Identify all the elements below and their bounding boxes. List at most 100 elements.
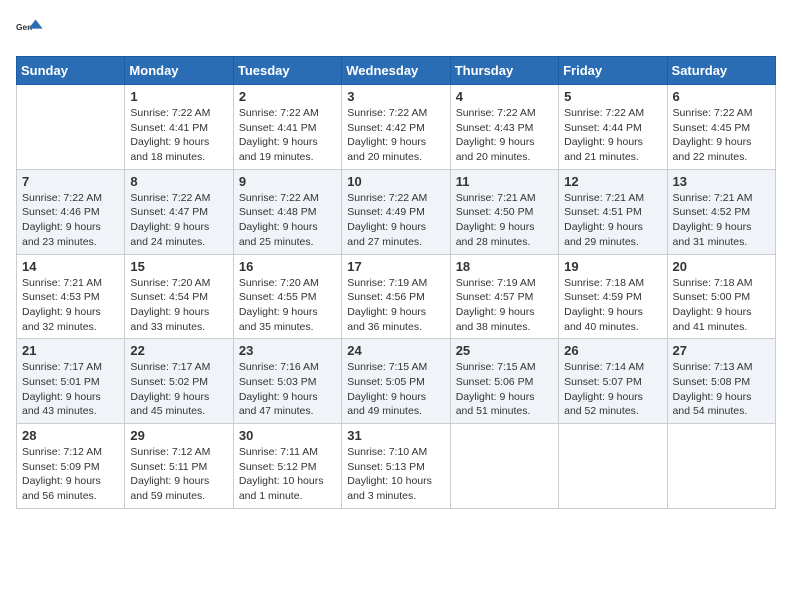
day-info: Sunrise: 7:21 AMSunset: 4:53 PMDaylight:… — [22, 276, 119, 335]
day-info: Sunrise: 7:18 AMSunset: 4:59 PMDaylight:… — [564, 276, 661, 335]
calendar-cell: 3 Sunrise: 7:22 AMSunset: 4:42 PMDaylight… — [342, 85, 450, 170]
calendar-cell: 24 Sunrise: 7:15 AMSunset: 5:05 PMDayligh… — [342, 339, 450, 424]
day-info: Sunrise: 7:15 AMSunset: 5:06 PMDaylight:… — [456, 360, 553, 419]
calendar-cell: 1 Sunrise: 7:22 AMSunset: 4:41 PMDaylight… — [125, 85, 233, 170]
day-number: 9 — [239, 174, 336, 189]
calendar-cell — [667, 424, 775, 509]
calendar-cell: 2 Sunrise: 7:22 AMSunset: 4:41 PMDaylight… — [233, 85, 341, 170]
day-info: Sunrise: 7:16 AMSunset: 5:03 PMDaylight:… — [239, 360, 336, 419]
day-info: Sunrise: 7:20 AMSunset: 4:55 PMDaylight:… — [239, 276, 336, 335]
day-info: Sunrise: 7:12 AMSunset: 5:09 PMDaylight:… — [22, 445, 119, 504]
day-info: Sunrise: 7:10 AMSunset: 5:13 PMDaylight:… — [347, 445, 444, 504]
day-number: 7 — [22, 174, 119, 189]
day-info: Sunrise: 7:22 AMSunset: 4:43 PMDaylight:… — [456, 106, 553, 165]
day-number: 11 — [456, 174, 553, 189]
logo: Gen — [16, 16, 48, 44]
week-row-3: 14 Sunrise: 7:21 AMSunset: 4:53 PMDayligh… — [17, 254, 776, 339]
day-number: 27 — [673, 343, 770, 358]
day-number: 29 — [130, 428, 227, 443]
calendar-cell — [450, 424, 558, 509]
weekday-header-friday: Friday — [559, 57, 667, 85]
calendar-cell: 18 Sunrise: 7:19 AMSunset: 4:57 PMDayligh… — [450, 254, 558, 339]
calendar-cell: 13 Sunrise: 7:21 AMSunset: 4:52 PMDayligh… — [667, 169, 775, 254]
day-number: 28 — [22, 428, 119, 443]
calendar-cell: 7Sunrise: 7:22 AMSunset: 4:46 PMDaylight… — [17, 169, 125, 254]
header: Gen — [16, 16, 776, 44]
day-number: 8 — [130, 174, 227, 189]
calendar-cell — [17, 85, 125, 170]
day-number: 24 — [347, 343, 444, 358]
day-info: Sunrise: 7:22 AMSunset: 4:49 PMDaylight:… — [347, 191, 444, 250]
day-info: Sunrise: 7:21 AMSunset: 4:51 PMDaylight:… — [564, 191, 661, 250]
day-number: 13 — [673, 174, 770, 189]
day-info: Sunrise: 7:21 AMSunset: 4:50 PMDaylight:… — [456, 191, 553, 250]
calendar-cell: 15 Sunrise: 7:20 AMSunset: 4:54 PMDayligh… — [125, 254, 233, 339]
day-info: Sunrise: 7:14 AMSunset: 5:07 PMDaylight:… — [564, 360, 661, 419]
calendar-cell: 16 Sunrise: 7:20 AMSunset: 4:55 PMDayligh… — [233, 254, 341, 339]
day-info: Sunrise: 7:13 AMSunset: 5:08 PMDaylight:… — [673, 360, 770, 419]
day-number: 14 — [22, 259, 119, 274]
day-info: Sunrise: 7:17 AMSunset: 5:01 PMDaylight:… — [22, 360, 119, 419]
day-number: 10 — [347, 174, 444, 189]
weekday-header-monday: Monday — [125, 57, 233, 85]
day-number: 4 — [456, 89, 553, 104]
calendar-cell: 22Sunrise: 7:17 AMSunset: 5:02 PMDayligh… — [125, 339, 233, 424]
calendar-cell: 5 Sunrise: 7:22 AMSunset: 4:44 PMDaylight… — [559, 85, 667, 170]
week-row-2: 7Sunrise: 7:22 AMSunset: 4:46 PMDaylight… — [17, 169, 776, 254]
calendar-cell: 28 Sunrise: 7:12 AMSunset: 5:09 PMDayligh… — [17, 424, 125, 509]
day-info: Sunrise: 7:22 AMSunset: 4:41 PMDaylight:… — [130, 106, 227, 165]
calendar-cell: 19Sunrise: 7:18 AMSunset: 4:59 PMDayligh… — [559, 254, 667, 339]
weekday-header-row: SundayMondayTuesdayWednesdayThursdayFrid… — [17, 57, 776, 85]
day-number: 3 — [347, 89, 444, 104]
calendar-cell: 21 Sunrise: 7:17 AMSunset: 5:01 PMDayligh… — [17, 339, 125, 424]
day-info: Sunrise: 7:19 AMSunset: 4:57 PMDaylight:… — [456, 276, 553, 335]
day-number: 26 — [564, 343, 661, 358]
calendar-cell: 26 Sunrise: 7:14 AMSunset: 5:07 PMDayligh… — [559, 339, 667, 424]
day-info: Sunrise: 7:19 AMSunset: 4:56 PMDaylight:… — [347, 276, 444, 335]
day-number: 17 — [347, 259, 444, 274]
day-info: Sunrise: 7:22 AMSunset: 4:42 PMDaylight:… — [347, 106, 444, 165]
day-info: Sunrise: 7:15 AMSunset: 5:05 PMDaylight:… — [347, 360, 444, 419]
day-number: 5 — [564, 89, 661, 104]
calendar-table: SundayMondayTuesdayWednesdayThursdayFrid… — [16, 56, 776, 509]
day-info: Sunrise: 7:22 AMSunset: 4:45 PMDaylight:… — [673, 106, 770, 165]
day-number: 2 — [239, 89, 336, 104]
day-number: 21 — [22, 343, 119, 358]
day-number: 16 — [239, 259, 336, 274]
day-number: 12 — [564, 174, 661, 189]
calendar-cell: 12 Sunrise: 7:21 AMSunset: 4:51 PMDayligh… — [559, 169, 667, 254]
day-info: Sunrise: 7:22 AMSunset: 4:48 PMDaylight:… — [239, 191, 336, 250]
calendar-cell: 29Sunrise: 7:12 AMSunset: 5:11 PMDayligh… — [125, 424, 233, 509]
day-number: 31 — [347, 428, 444, 443]
week-row-5: 28 Sunrise: 7:12 AMSunset: 5:09 PMDayligh… — [17, 424, 776, 509]
day-number: 20 — [673, 259, 770, 274]
calendar-cell: 4 Sunrise: 7:22 AMSunset: 4:43 PMDaylight… — [450, 85, 558, 170]
logo-icon: Gen — [16, 16, 44, 44]
day-info: Sunrise: 7:11 AMSunset: 5:12 PMDaylight:… — [239, 445, 336, 504]
day-info: Sunrise: 7:21 AMSunset: 4:52 PMDaylight:… — [673, 191, 770, 250]
day-number: 23 — [239, 343, 336, 358]
week-row-4: 21 Sunrise: 7:17 AMSunset: 5:01 PMDayligh… — [17, 339, 776, 424]
day-number: 30 — [239, 428, 336, 443]
day-info: Sunrise: 7:22 AMSunset: 4:44 PMDaylight:… — [564, 106, 661, 165]
weekday-header-saturday: Saturday — [667, 57, 775, 85]
calendar-cell: 14 Sunrise: 7:21 AMSunset: 4:53 PMDayligh… — [17, 254, 125, 339]
calendar-cell: 25 Sunrise: 7:15 AMSunset: 5:06 PMDayligh… — [450, 339, 558, 424]
day-number: 18 — [456, 259, 553, 274]
day-info: Sunrise: 7:22 AMSunset: 4:41 PMDaylight:… — [239, 106, 336, 165]
day-info: Sunrise: 7:20 AMSunset: 4:54 PMDaylight:… — [130, 276, 227, 335]
weekday-header-sunday: Sunday — [17, 57, 125, 85]
weekday-header-wednesday: Wednesday — [342, 57, 450, 85]
day-number: 22 — [130, 343, 227, 358]
day-number: 6 — [673, 89, 770, 104]
day-number: 1 — [130, 89, 227, 104]
calendar-cell: 10 Sunrise: 7:22 AMSunset: 4:49 PMDayligh… — [342, 169, 450, 254]
weekday-header-thursday: Thursday — [450, 57, 558, 85]
day-number: 15 — [130, 259, 227, 274]
day-number: 25 — [456, 343, 553, 358]
calendar-cell: 23 Sunrise: 7:16 AMSunset: 5:03 PMDayligh… — [233, 339, 341, 424]
calendar-cell: 20Sunrise: 7:18 AMSunset: 5:00 PMDayligh… — [667, 254, 775, 339]
calendar-cell: 27 Sunrise: 7:13 AMSunset: 5:08 PMDayligh… — [667, 339, 775, 424]
calendar-cell: 11 Sunrise: 7:21 AMSunset: 4:50 PMDayligh… — [450, 169, 558, 254]
calendar-cell — [559, 424, 667, 509]
